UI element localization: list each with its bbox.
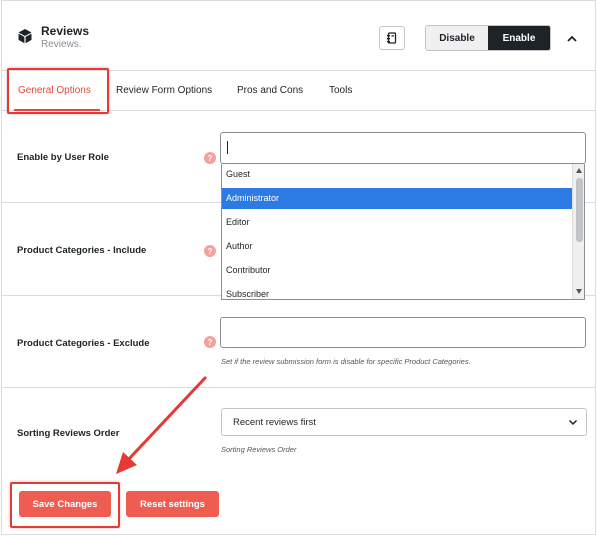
sorting-order-label: Sorting Reviews Order [17, 428, 120, 439]
module-toggle: Disable Enable [425, 25, 551, 51]
scroll-up-icon[interactable] [576, 168, 582, 173]
text-caret [227, 141, 228, 154]
annotation-highlight-save [10, 482, 120, 528]
documentation-button[interactable] [379, 26, 405, 50]
cube-icon [18, 29, 32, 44]
user-role-dropdown: Guest Administrator Editor Author Contri… [221, 164, 585, 300]
help-icon[interactable]: ? [204, 152, 216, 164]
categories-include-label: Product Categories - Include [17, 245, 147, 256]
help-icon[interactable]: ? [204, 245, 216, 257]
sorting-order-select[interactable]: Recent reviews first [221, 408, 587, 436]
module-title: Reviews [41, 24, 90, 38]
document-icon [387, 32, 397, 44]
user-role-input[interactable] [220, 132, 586, 164]
option-subscriber[interactable]: Subscriber [222, 284, 572, 299]
sorting-order-description: Sorting Reviews Order [221, 445, 297, 454]
option-administrator[interactable]: Administrator [222, 188, 572, 209]
help-icon[interactable]: ? [204, 336, 216, 348]
row-categories-exclude: Product Categories - Exclude ? Set if th… [2, 296, 595, 388]
sorting-order-value: Recent reviews first [233, 417, 316, 428]
disable-button[interactable]: Disable [426, 26, 488, 50]
enable-button[interactable]: Enable [488, 26, 550, 50]
user-role-label: Enable by User Role [17, 152, 109, 163]
chevron-down-icon [568, 419, 578, 426]
categories-exclude-label: Product Categories - Exclude [17, 338, 150, 349]
tab-tools[interactable]: Tools [329, 85, 352, 96]
module-header: Reviews Reviews. Disable Enable [2, 1, 595, 71]
tab-review-form-options[interactable]: Review Form Options [116, 85, 212, 96]
module-subtitle: Reviews. [41, 39, 82, 50]
scroll-down-icon[interactable] [576, 289, 582, 294]
option-author[interactable]: Author [222, 236, 572, 257]
tab-pros-and-cons[interactable]: Pros and Cons [237, 85, 303, 96]
chevron-up-icon[interactable] [566, 33, 578, 45]
scrollbar-thumb[interactable] [576, 178, 583, 242]
categories-exclude-description: Set if the review submission form is dis… [221, 357, 471, 366]
option-contributor[interactable]: Contributor [222, 260, 572, 281]
dropdown-scrollbar[interactable] [572, 164, 584, 299]
reset-settings-button[interactable]: Reset settings [126, 491, 219, 517]
categories-exclude-input[interactable] [220, 317, 586, 348]
option-guest[interactable]: Guest [222, 164, 572, 185]
annotation-highlight-tab [7, 68, 109, 114]
option-editor[interactable]: Editor [222, 212, 572, 233]
